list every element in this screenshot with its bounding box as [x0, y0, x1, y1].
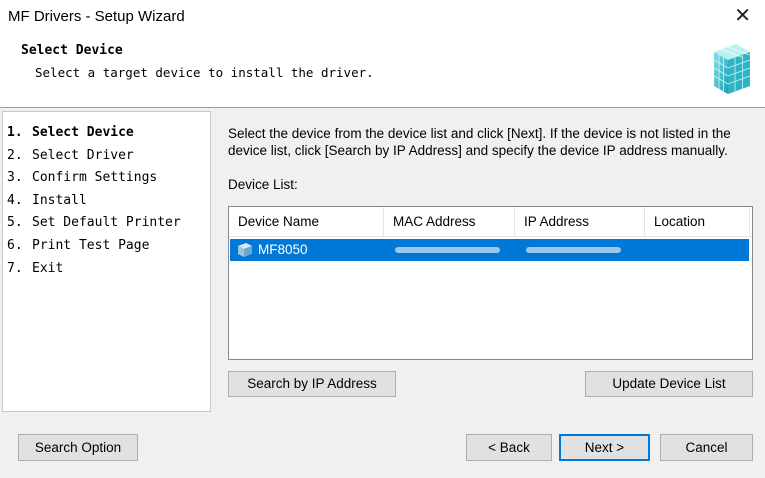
device-list[interactable]: Device Name MAC Address IP Address Locat… [228, 206, 753, 360]
search-option-button[interactable]: Search Option [18, 434, 138, 461]
step-item: 2. Select Driver [7, 147, 134, 163]
step-item: 6. Print Test Page [7, 237, 150, 253]
column-header-ip-address[interactable]: IP Address [515, 207, 645, 236]
mac-address-cell [395, 247, 500, 253]
main-panel: Select the device from the device list a… [211, 111, 763, 410]
wizard-header: Select Device Select a target device to … [0, 34, 765, 108]
column-header-location[interactable]: Location [645, 207, 750, 236]
steps-list: 1. Select Device 2. Select Driver 3. Confir… [7, 124, 181, 282]
cancel-button[interactable]: Cancel [660, 434, 753, 461]
steps-panel: 1. Select Device 2. Select Driver 3. Confir… [2, 111, 211, 412]
back-button[interactable]: < Back [466, 434, 552, 461]
printer-device-icon [238, 243, 252, 257]
step-item: 5. Set Default Printer [7, 215, 181, 231]
page-title: Select Device [21, 43, 123, 58]
update-device-list-button[interactable]: Update Device List [585, 371, 753, 397]
device-list-label: Device List: [228, 177, 298, 192]
next-button[interactable]: Next > [559, 434, 650, 461]
device-list-header: Device Name MAC Address IP Address Locat… [229, 207, 752, 237]
step-item: 4. Install [7, 192, 87, 208]
table-row[interactable]: MF8050 [230, 239, 749, 261]
ip-address-cell [526, 247, 621, 253]
step-item: 3. Confirm Settings [7, 170, 158, 186]
search-by-ip-button[interactable]: Search by IP Address [228, 371, 396, 397]
device-name-cell: MF8050 [258, 242, 308, 257]
page-subtitle: Select a target device to install the dr… [35, 65, 374, 80]
column-header-device-name[interactable]: Device Name [229, 207, 384, 236]
close-icon[interactable]: ✕ [734, 6, 751, 26]
column-header-mac-address[interactable]: MAC Address [384, 207, 515, 236]
window-title: MF Drivers - Setup Wizard [8, 8, 185, 25]
step-item: 1. Select Device [7, 125, 134, 140]
step-item: 7. Exit [7, 260, 64, 276]
instruction-text: Select the device from the device list a… [228, 126, 731, 158]
cube-grid-logo-icon [713, 44, 751, 94]
title-bar: MF Drivers - Setup Wizard ✕ [0, 0, 765, 34]
